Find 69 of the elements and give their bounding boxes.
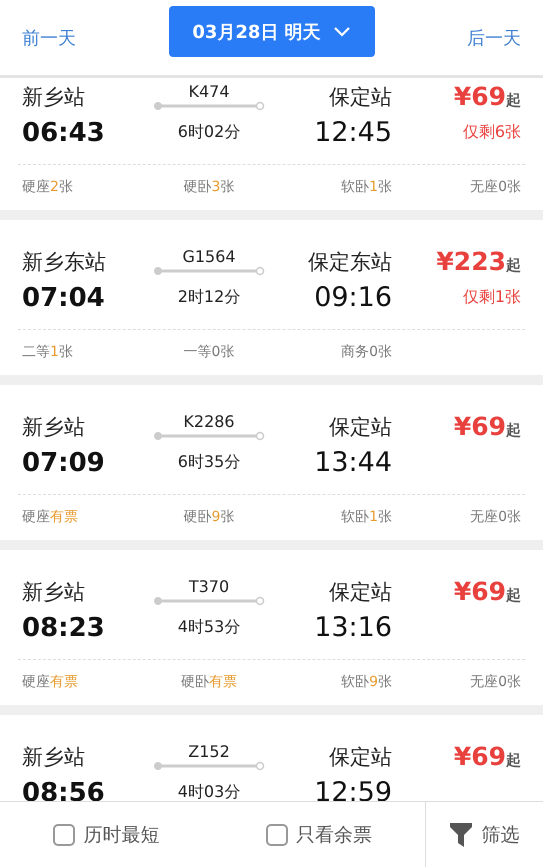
train-card[interactable]: 新乡站 K474 保定站 ¥69起 06:43 6时02分 12:45 仅剩6张 硬座2张 硬卧3张 软卧1张 无座0张 <box>0 78 543 210</box>
train-number: K2286 <box>183 412 235 431</box>
departure-time: 06:43 <box>22 118 105 148</box>
trip-duration: 4时03分 <box>178 782 240 801</box>
train-number: Z152 <box>188 742 230 761</box>
filter-icon <box>450 822 472 846</box>
date-picker-button[interactable]: 03月28日 明天 <box>168 6 374 57</box>
filter-option[interactable]: 只看余票 <box>212 802 425 867</box>
seat-availability: 软卧1张 <box>341 178 392 196</box>
filter-option[interactable]: 历时最短 <box>0 802 212 867</box>
arrival-station: 保定站 <box>329 84 392 110</box>
arrival-time: 13:44 <box>314 447 392 478</box>
next-day-link[interactable]: 后一天 <box>467 26 521 50</box>
arrival-time: 12:45 <box>314 117 392 148</box>
checkbox[interactable] <box>53 824 76 846</box>
arrival-time: 09:16 <box>314 282 392 313</box>
seat-availability: 硬卧9张 <box>184 508 234 526</box>
train-card[interactable]: 新乡站 T370 保定站 ¥69起 08:23 4时53分 13:16 硬座有票 硬卧有票 软卧9张 无座0张 <box>0 550 543 705</box>
price: ¥223起 <box>436 247 521 276</box>
arrival-station: 保定站 <box>329 414 392 440</box>
departure-time: 07:09 <box>22 448 105 478</box>
seat-availability: 商务0张 <box>341 343 392 361</box>
remaining-tickets: 仅剩1张 <box>462 287 521 308</box>
departure-time: 08:56 <box>22 778 105 801</box>
seat-availability: 无座0张 <box>470 178 521 196</box>
price: ¥69起 <box>454 412 521 441</box>
departure-time: 08:23 <box>22 612 105 642</box>
seat-availability: 硬卧有票 <box>181 673 237 691</box>
seat-availability: 硬座有票 <box>22 508 78 526</box>
departure-station: 新乡东站 <box>22 248 106 276</box>
seat-availability: 二等1张 <box>22 343 73 361</box>
seat-availability: 软卧9张 <box>341 673 392 691</box>
train-card[interactable]: 新乡站 K2286 保定站 ¥69起 07:09 6时35分 13:44 硬座有票 硬卧9张 软卧1张 无座0张 <box>0 385 543 540</box>
seat-availability: 软卧1张 <box>341 508 392 526</box>
trip-duration: 6时35分 <box>178 452 240 473</box>
route-line-icon <box>153 101 265 111</box>
trip-duration: 4时53分 <box>178 617 240 638</box>
departure-station: 新乡站 <box>22 578 85 606</box>
trip-duration: 6时02分 <box>178 122 240 143</box>
route-line-icon <box>153 266 265 276</box>
departure-time: 07:04 <box>22 282 105 312</box>
seat-availability: 硬卧3张 <box>184 178 234 196</box>
previous-day-link[interactable]: 前一天 <box>22 26 76 50</box>
seat-availability: 一等0张 <box>184 343 234 361</box>
price: ¥69起 <box>454 82 521 111</box>
seat-availability: 无座0张 <box>470 673 521 691</box>
seat-availability: 硬座2张 <box>22 178 73 196</box>
departure-station: 新乡站 <box>22 744 85 770</box>
train-number: T370 <box>188 577 230 596</box>
train-number: G1564 <box>182 247 236 266</box>
route-line-icon <box>153 596 265 606</box>
arrival-station: 保定东站 <box>308 248 392 276</box>
train-card[interactable]: 新乡东站 G1564 保定东站 ¥223起 07:04 2时12分 09:16 仅剩1张 二等1张 一等0张 商务0张 <box>0 220 543 375</box>
trip-duration: 2时12分 <box>178 287 240 308</box>
arrival-time: 13:16 <box>314 612 392 643</box>
remaining-tickets: 仅剩6张 <box>462 122 521 143</box>
price: ¥69起 <box>454 577 521 606</box>
seat-availability: 硬座有票 <box>22 673 78 691</box>
seat-availability: 无座0张 <box>470 508 521 526</box>
route-line-icon <box>153 761 265 771</box>
departure-station: 新乡站 <box>22 414 85 440</box>
arrival-station: 保定站 <box>329 578 392 606</box>
chevron-down-icon <box>332 26 351 37</box>
price: ¥69起 <box>454 742 521 771</box>
arrival-station: 保定站 <box>329 744 392 770</box>
route-line-icon <box>153 431 265 441</box>
departure-station: 新乡站 <box>22 84 85 110</box>
train-number: K474 <box>188 82 230 101</box>
checkbox[interactable] <box>266 824 288 846</box>
